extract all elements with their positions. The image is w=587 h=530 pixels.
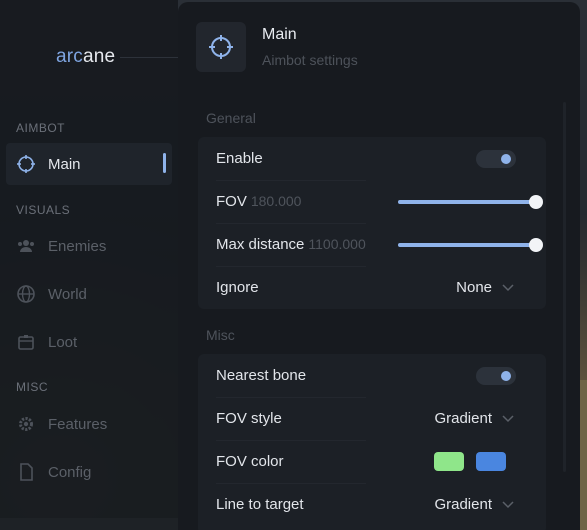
setting-row-ignore: Ignore None	[198, 266, 546, 309]
brand-prefix: arc	[56, 46, 83, 67]
setting-label: FOV style	[216, 410, 282, 427]
fov-color-swatch-secondary[interactable]	[476, 452, 506, 471]
sidebar: arcane AIMBOT Main VISUALS Enemies World…	[0, 0, 178, 530]
fov-label: FOV	[216, 193, 247, 210]
slider-fill	[398, 200, 536, 204]
dropdown-value: None	[456, 279, 492, 296]
chevron-down-icon	[502, 410, 514, 427]
sidebar-item-label: Main	[48, 155, 81, 173]
setting-row-nearest-bone: Nearest bone	[198, 354, 546, 397]
setting-label: Line to target	[216, 496, 304, 513]
section-title-misc: MISC	[16, 380, 48, 394]
setting-label: Enable	[216, 150, 263, 167]
setting-row-line-to-target: Line to target Gradient	[198, 483, 546, 526]
active-indicator	[163, 153, 166, 173]
fov-style-dropdown[interactable]: Gradient	[434, 410, 514, 427]
box-icon	[16, 332, 36, 352]
group-title-general: General	[206, 110, 256, 126]
setting-row-max-distance: Max distance 1100.000	[198, 223, 546, 266]
sidebar-item-label: Loot	[48, 333, 78, 351]
enable-toggle[interactable]	[476, 149, 516, 168]
toggle-knob	[501, 153, 511, 164]
slider-thumb[interactable]	[529, 238, 543, 252]
nearest-bone-toggle[interactable]	[476, 366, 516, 385]
group-title-misc: Misc	[206, 327, 235, 343]
globe-icon	[16, 284, 36, 304]
sidebar-item-config[interactable]: Config	[6, 451, 172, 493]
chevron-down-icon	[502, 279, 514, 296]
max-distance-slider[interactable]	[398, 238, 543, 252]
sidebar-item-label: Enemies	[48, 237, 107, 255]
toggle-knob	[501, 370, 511, 381]
dropdown-value: Gradient	[434, 410, 492, 427]
setting-row-fov-color: FOV color	[198, 440, 546, 483]
crosshair-icon	[16, 154, 36, 174]
sidebar-item-world[interactable]: World	[6, 273, 172, 315]
sidebar-item-label: Features	[48, 415, 108, 433]
max-distance-label: Max distance	[216, 236, 305, 253]
setting-label: FOV 180.000	[216, 193, 301, 210]
gear-icon	[16, 414, 36, 434]
fov-color-swatch-primary[interactable]	[434, 452, 464, 471]
sidebar-item-label: World	[48, 285, 87, 303]
misc-card: Nearest bone FOV style Gradient FOV colo…	[198, 354, 546, 530]
chevron-down-icon	[502, 496, 514, 513]
setting-row-fov: FOV 180.000	[198, 180, 546, 223]
setting-label: Ignore	[216, 279, 259, 296]
sidebar-item-label: Config	[48, 463, 92, 481]
file-icon	[16, 462, 36, 482]
setting-label: Max distance 1100.000	[216, 236, 366, 253]
sidebar-item-main[interactable]: Main	[6, 143, 172, 185]
users-icon	[16, 236, 36, 256]
fov-value: 180.000	[250, 193, 302, 209]
sidebar-item-enemies[interactable]: Enemies	[6, 225, 172, 267]
settings-panel: Main Aimbot settings General Enable FOV 1…	[178, 2, 580, 530]
section-title-aimbot: AIMBOT	[16, 121, 66, 135]
page-subtitle: Aimbot settings	[262, 52, 358, 68]
slider-fill	[398, 243, 536, 247]
fov-slider[interactable]	[398, 195, 543, 209]
page-title: Main	[262, 26, 297, 43]
ignore-dropdown[interactable]: None	[456, 279, 514, 296]
setting-row-enable: Enable	[198, 137, 546, 180]
general-card: Enable FOV 180.000 Max distance 1100.000 I…	[198, 137, 546, 309]
sidebar-item-features[interactable]: Features	[6, 403, 172, 445]
line-to-target-dropdown[interactable]: Gradient	[434, 496, 514, 513]
brand-suffix: ane	[83, 46, 116, 67]
header-crosshair-icon	[196, 22, 246, 72]
sidebar-item-loot[interactable]: Loot	[6, 321, 172, 363]
slider-thumb[interactable]	[529, 195, 543, 209]
brand-logo: arcane	[56, 46, 115, 68]
section-title-visuals: VISUALS	[16, 203, 71, 217]
scrollbar[interactable]	[563, 102, 566, 472]
max-distance-value: 1100.000	[308, 236, 366, 252]
setting-row-fov-style: FOV style Gradient	[198, 397, 546, 440]
brand-divider	[120, 57, 178, 58]
dropdown-value: Gradient	[434, 496, 492, 513]
setting-label: Nearest bone	[216, 367, 307, 384]
setting-label: FOV color	[216, 453, 284, 470]
